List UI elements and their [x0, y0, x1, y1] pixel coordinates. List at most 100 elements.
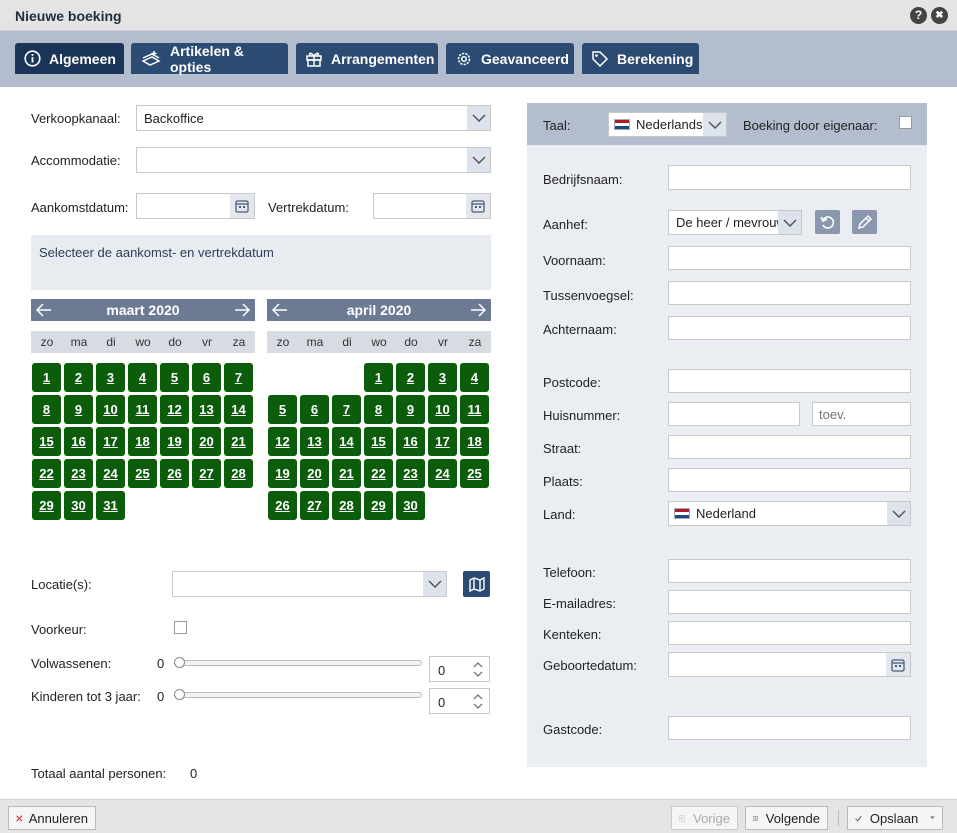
calendar-day[interactable]: 2	[396, 363, 425, 392]
achternaam-input[interactable]	[668, 316, 911, 340]
calendar-day[interactable]: 21	[224, 427, 253, 456]
opslaan-button[interactable]: Opslaan	[847, 806, 943, 830]
calendar-day[interactable]: 27	[300, 491, 329, 520]
calendar-day[interactable]: 1	[364, 363, 393, 392]
volwassenen-slider[interactable]	[174, 660, 422, 666]
calendar-day[interactable]: 5	[268, 395, 297, 424]
kinderen-slider[interactable]	[174, 692, 422, 698]
stepper-arrows-icon[interactable]	[473, 693, 483, 710]
kenteken-input[interactable]	[668, 621, 911, 645]
tab-berekening[interactable]: Berekening	[582, 43, 699, 74]
arrow-right-icon[interactable]	[470, 303, 486, 317]
calendar-day[interactable]: 12	[160, 395, 189, 424]
calendar-day[interactable]: 25	[128, 459, 157, 488]
calendar-icon[interactable]	[466, 194, 490, 218]
calendar-day[interactable]: 6	[300, 395, 329, 424]
calendar-day[interactable]: 14	[332, 427, 361, 456]
calendar-day[interactable]: 11	[460, 395, 489, 424]
calendar-day[interactable]: 21	[332, 459, 361, 488]
help-icon[interactable]: ?	[910, 7, 927, 24]
calendar-day[interactable]: 13	[192, 395, 221, 424]
calendar-day[interactable]: 26	[160, 459, 189, 488]
calendar-day[interactable]: 9	[64, 395, 93, 424]
calendar-day[interactable]: 23	[396, 459, 425, 488]
calendar-day[interactable]: 8	[32, 395, 61, 424]
calendar-icon[interactable]	[230, 194, 254, 218]
calendar-day[interactable]: 13	[300, 427, 329, 456]
straat-input[interactable]	[668, 435, 911, 459]
arrow-left-icon[interactable]	[272, 303, 288, 317]
email-input[interactable]	[668, 590, 911, 614]
geboortedatum-input[interactable]	[668, 652, 911, 677]
calendar-day[interactable]: 26	[268, 491, 297, 520]
gastcode-input[interactable]	[668, 716, 911, 740]
calendar-day[interactable]: 15	[32, 427, 61, 456]
calendar-day[interactable]: 5	[160, 363, 189, 392]
calendar-day[interactable]: 1	[32, 363, 61, 392]
tussenvoegsel-input[interactable]	[668, 281, 911, 305]
calendar-day[interactable]: 16	[396, 427, 425, 456]
calendar-day[interactable]: 25	[460, 459, 489, 488]
calendar-icon[interactable]	[886, 653, 910, 676]
voornaam-input[interactable]	[668, 246, 911, 270]
edit-button[interactable]	[852, 210, 877, 234]
map-button[interactable]	[463, 571, 490, 597]
calendar-day[interactable]: 11	[128, 395, 157, 424]
calendar-day[interactable]: 24	[96, 459, 125, 488]
calendar-day[interactable]: 8	[364, 395, 393, 424]
calendar-day[interactable]: 9	[396, 395, 425, 424]
aankomst-input[interactable]	[136, 193, 255, 219]
huisnummer-input[interactable]	[668, 402, 800, 426]
locatie-select[interactable]	[172, 571, 447, 597]
calendar-day[interactable]: 27	[192, 459, 221, 488]
close-icon[interactable]: ✖	[931, 7, 948, 24]
calendar-day[interactable]: 10	[96, 395, 125, 424]
calendar-day[interactable]: 29	[364, 491, 393, 520]
postcode-input[interactable]	[668, 369, 911, 393]
calendar-day[interactable]: 14	[224, 395, 253, 424]
kinderen-stepper[interactable]: 0	[429, 688, 490, 714]
taal-select[interactable]: Nederlands	[608, 112, 727, 137]
calendar-day[interactable]: 2	[64, 363, 93, 392]
calendar-day[interactable]: 16	[64, 427, 93, 456]
calendar-day[interactable]: 31	[96, 491, 125, 520]
vertrek-input[interactable]	[373, 193, 491, 219]
calendar-day[interactable]: 17	[428, 427, 457, 456]
eigenaar-checkbox[interactable]	[899, 116, 912, 129]
calendar-day[interactable]: 12	[268, 427, 297, 456]
volgende-button[interactable]: Volgende	[745, 806, 828, 830]
calendar-day[interactable]: 28	[224, 459, 253, 488]
plaats-input[interactable]	[668, 468, 911, 492]
telefoon-input[interactable]	[668, 559, 911, 583]
stepper-arrows-icon[interactable]	[473, 661, 483, 678]
calendar-day[interactable]: 6	[192, 363, 221, 392]
calendar-day[interactable]: 19	[160, 427, 189, 456]
calendar-day[interactable]: 10	[428, 395, 457, 424]
bedrijfsnaam-input[interactable]	[668, 165, 911, 190]
calendar-day[interactable]: 23	[64, 459, 93, 488]
arrow-right-icon[interactable]	[234, 303, 250, 317]
arrow-left-icon[interactable]	[36, 303, 52, 317]
calendar-day[interactable]: 19	[268, 459, 297, 488]
calendar-day[interactable]: 7	[332, 395, 361, 424]
calendar-day[interactable]: 30	[64, 491, 93, 520]
calendar-day[interactable]: 20	[300, 459, 329, 488]
calendar-day[interactable]: 22	[32, 459, 61, 488]
calendar-day[interactable]: 24	[428, 459, 457, 488]
calendar-day[interactable]: 15	[364, 427, 393, 456]
calendar-day[interactable]: 4	[128, 363, 157, 392]
calendar-day[interactable]: 7	[224, 363, 253, 392]
volwassenen-stepper[interactable]: 0	[429, 656, 490, 682]
volwassenen-slider-handle[interactable]	[174, 657, 185, 668]
calendar-day[interactable]: 29	[32, 491, 61, 520]
reset-button[interactable]	[815, 210, 840, 234]
calendar-day[interactable]: 28	[332, 491, 361, 520]
calendar-day[interactable]: 3	[96, 363, 125, 392]
tab-algemeen[interactable]: Algemeen	[15, 43, 124, 74]
accommodatie-select[interactable]	[136, 147, 491, 173]
calendar-day[interactable]: 18	[460, 427, 489, 456]
tab-artikelen[interactable]: Artikelen & opties	[131, 43, 288, 75]
kinderen-slider-handle[interactable]	[174, 689, 185, 700]
calendar-day[interactable]: 30	[396, 491, 425, 520]
voorkeur-checkbox[interactable]	[174, 621, 187, 634]
